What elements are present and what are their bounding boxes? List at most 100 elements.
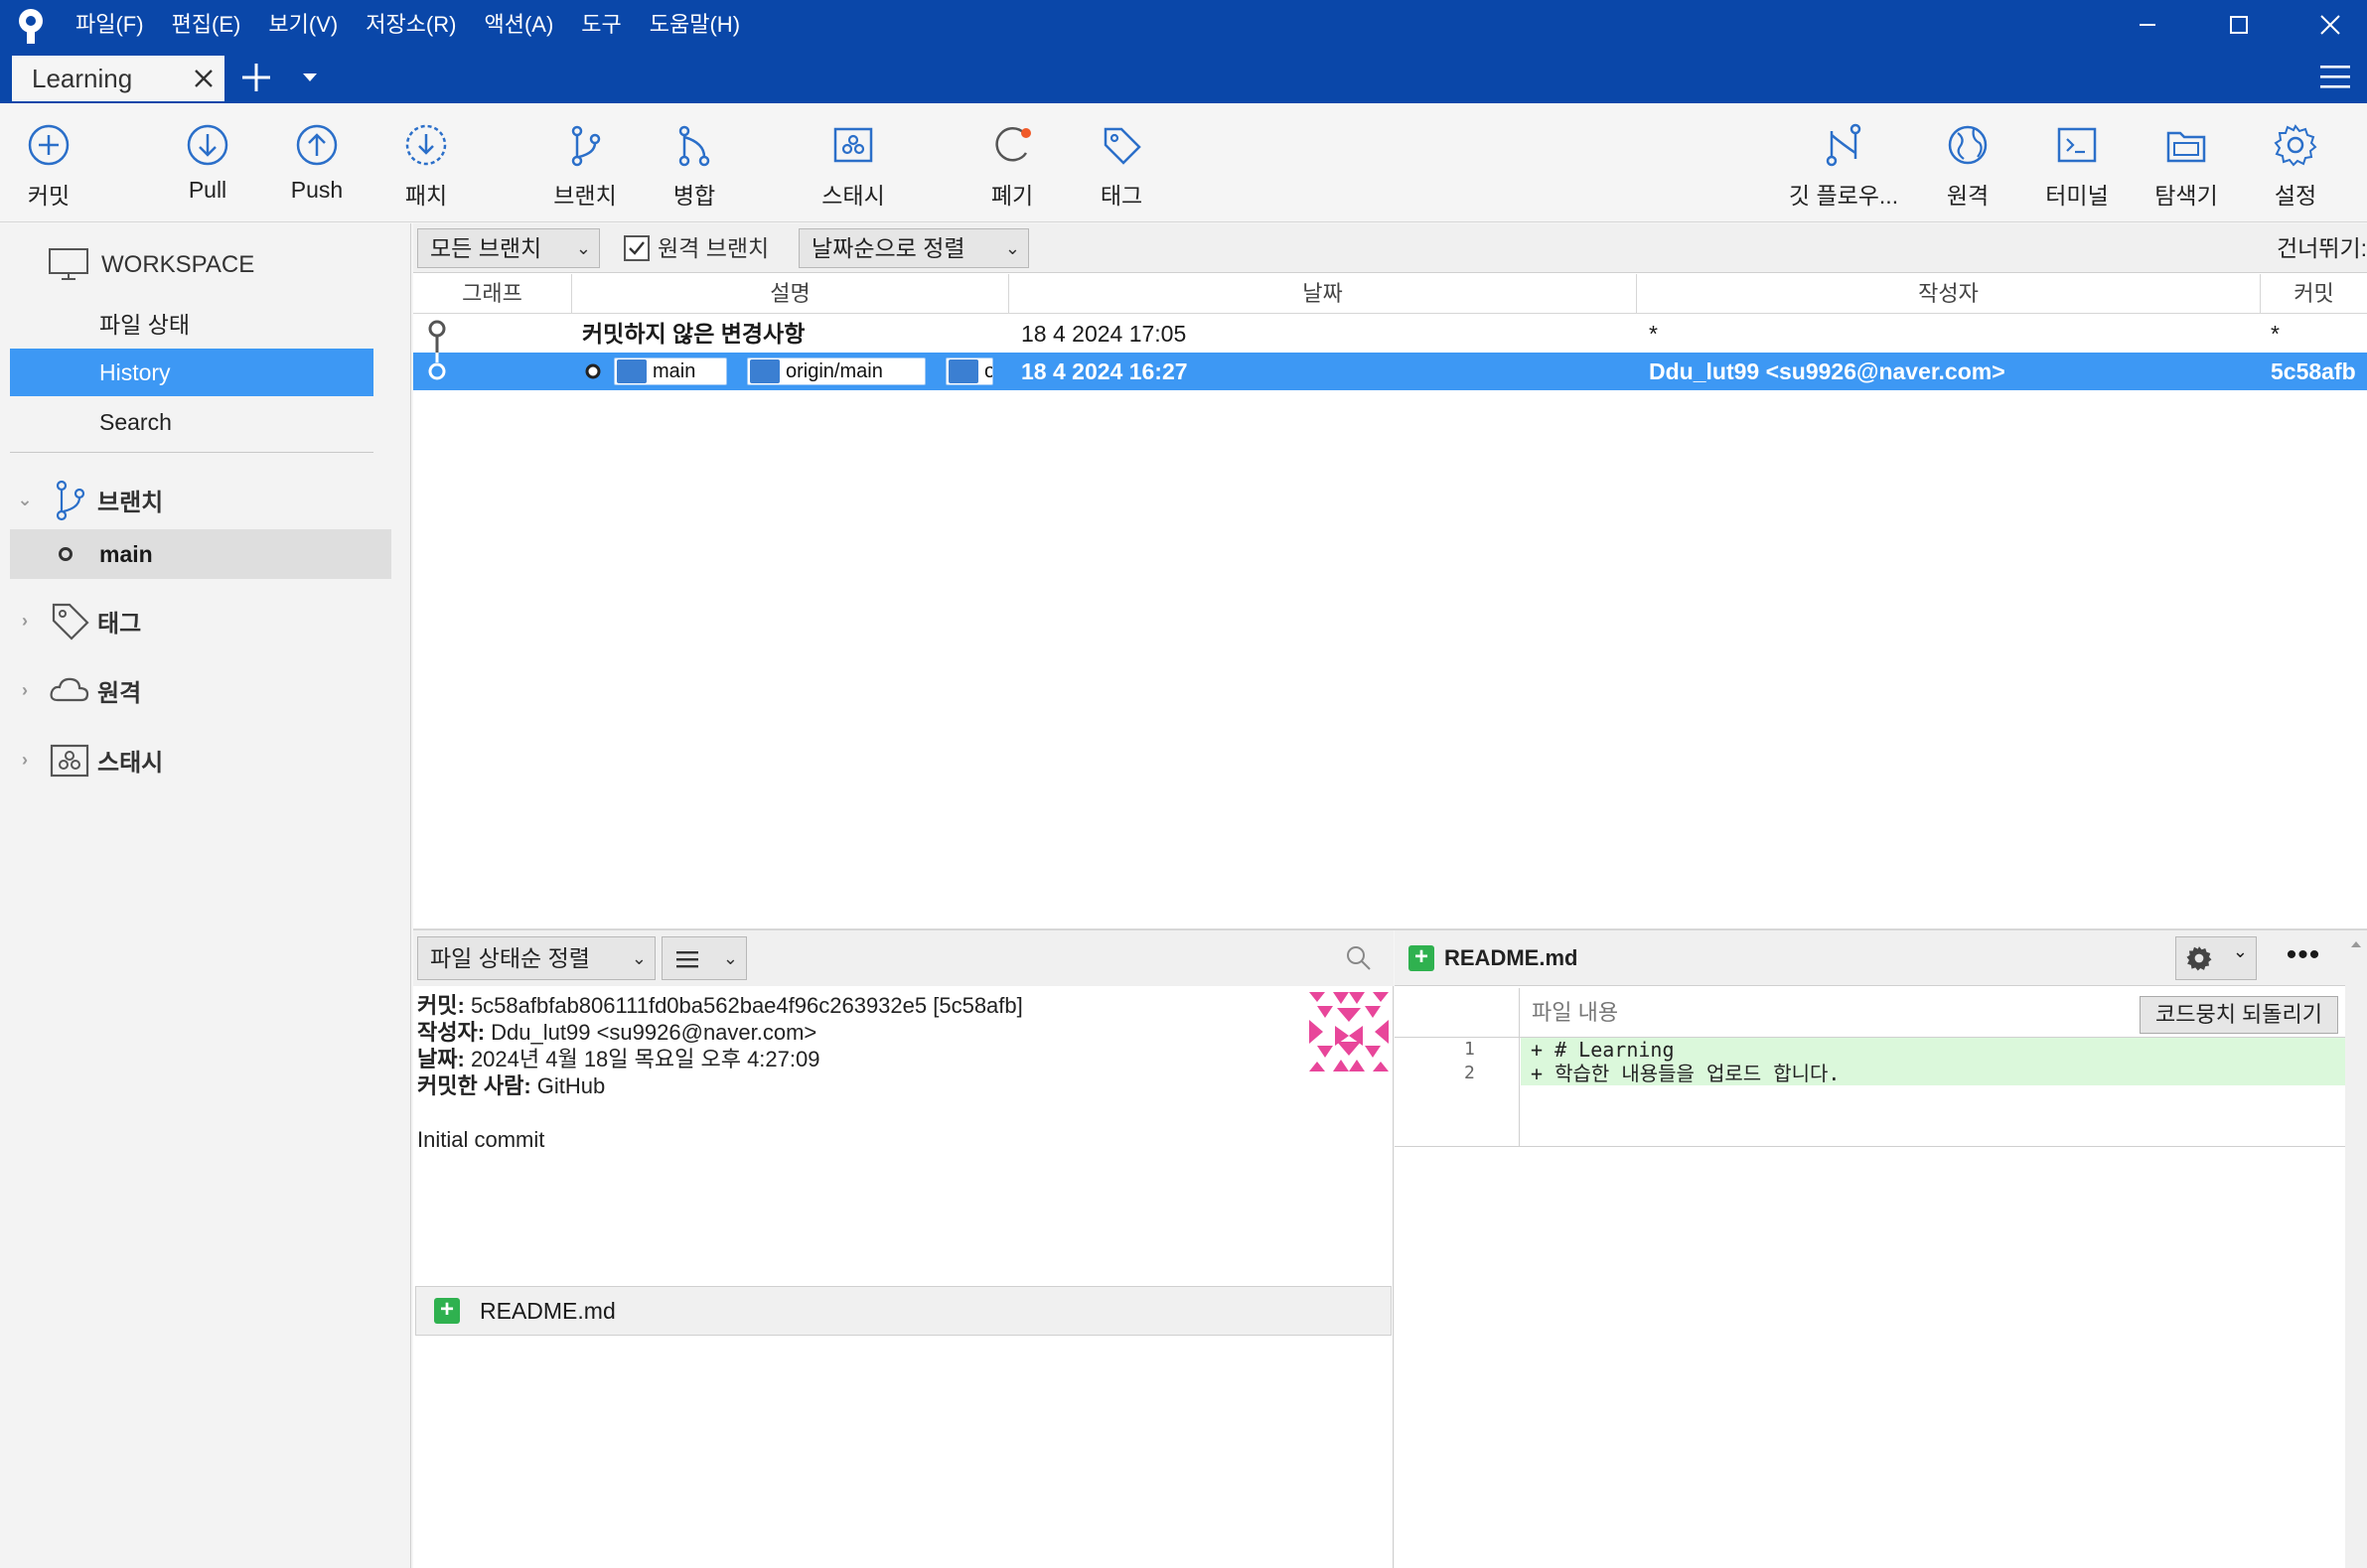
remote-button[interactable]: 원격	[1913, 121, 2022, 216]
sort-dropdown[interactable]: 날짜순으로 정렬 ⌄	[799, 228, 1029, 268]
filter-bar: 모든 브랜치 ⌄ 원격 브랜치 날짜순으로 정렬 ⌄ 건너뛰기:	[413, 223, 2367, 273]
column-date[interactable]: 날짜	[1009, 274, 1637, 314]
table-row-selected[interactable]: main origin/main o 18 4 2024 16:27 Ddu_l…	[413, 353, 2367, 390]
table-row[interactable]: 커밋하지 않은 변경사항 18 4 2024 17:05 * *	[413, 315, 2367, 353]
details-toolbar: 파일 상태순 정렬 ⌄ ⌄	[413, 930, 1394, 986]
sidebar-group-remotes[interactable]: › 원격	[10, 666, 391, 714]
commit-label: 커밋	[27, 183, 71, 209]
commit-hash: *	[2271, 321, 2280, 347]
gitflow-icon	[1826, 123, 1861, 167]
menu-view[interactable]: 보기(V)	[254, 0, 352, 50]
globe-icon	[1948, 125, 1988, 165]
new-tab-icon[interactable]	[238, 60, 274, 95]
chevron-down-icon: ⌄	[575, 238, 591, 258]
chevron-right-icon: ›	[22, 610, 28, 631]
explorer-button[interactable]: 탐색기	[2132, 121, 2241, 216]
column-author[interactable]: 작성자	[1637, 274, 2261, 314]
list-view-icon	[676, 951, 698, 968]
branch-button[interactable]: 브랜치	[530, 121, 640, 216]
detail-date-line: 날짜: 2024년 4월 18일 목요일 오후 4:27:09	[417, 1046, 1291, 1072]
stash-label: 스태시	[821, 183, 885, 209]
file-sort-dropdown[interactable]: 파일 상태순 정렬 ⌄	[417, 936, 656, 980]
repo-tab[interactable]: Learning	[12, 56, 224, 101]
changed-file-row[interactable]: + README.md	[415, 1286, 1392, 1336]
hamburger-menu-icon[interactable]	[2318, 62, 2352, 91]
file-added-icon: +	[1408, 945, 1434, 971]
detail-author-value: Ddu_lut99 <su9926@naver.com>	[491, 1020, 817, 1045]
commit-button[interactable]: 커밋	[0, 121, 103, 216]
graph-node-icon	[428, 353, 446, 380]
view-mode-dropdown[interactable]: ⌄	[662, 936, 747, 980]
file-added-icon: +	[434, 1298, 460, 1324]
scrollbar[interactable]	[2345, 930, 2367, 1568]
remote-branches-checkbox[interactable]	[624, 235, 650, 261]
stash-button[interactable]: 스태시	[799, 121, 908, 216]
ref-pill-truncated: o	[946, 357, 993, 385]
merge-label: 병합	[672, 183, 716, 209]
commit-hash: 5c58afb	[2271, 358, 2356, 384]
menu-edit[interactable]: 편집(E)	[158, 0, 255, 50]
sidebar-item-history[interactable]: History	[10, 349, 373, 396]
line-number: 1	[1464, 1039, 1475, 1060]
branch-filter-dropdown[interactable]: 모든 브랜치 ⌄	[417, 228, 600, 268]
column-graph[interactable]: 그래프	[413, 274, 572, 314]
settings-button[interactable]: 설정	[2241, 121, 2350, 216]
chevron-down-icon: ⌄	[2232, 941, 2248, 961]
detail-committer-line: 커밋한 사람: GitHub	[417, 1072, 1291, 1099]
search-icon[interactable]	[1345, 944, 1373, 972]
remote-branches-label: 원격 브랜치	[658, 235, 770, 261]
tab-dropdown-icon[interactable]	[298, 66, 322, 89]
maximize-button[interactable]	[2193, 0, 2285, 50]
menu-file[interactable]: 파일(F)	[62, 0, 158, 50]
commit-plus-icon	[28, 124, 70, 166]
sort-value: 날짜순으로 정렬	[812, 235, 965, 261]
current-branch-icon	[59, 547, 73, 561]
title-bar: 파일(F) 편집(E) 보기(V) 저장소(R) 액션(A) 도구 도움말(H)…	[0, 0, 2367, 103]
merge-button[interactable]: 병합	[640, 121, 749, 216]
diff-options-button[interactable]: ⌄	[2175, 936, 2257, 980]
menu-repository[interactable]: 저장소(R)	[352, 0, 470, 50]
hunk-gutter	[1395, 988, 1520, 1038]
gitflow-button[interactable]: 깃 플로우...	[1774, 121, 1913, 216]
pull-label: Pull	[188, 177, 227, 203]
ref-pill-main: main	[614, 357, 727, 385]
close-window-button[interactable]	[2285, 0, 2367, 50]
column-description[interactable]: 설명	[572, 274, 1009, 314]
minimize-button[interactable]	[2102, 0, 2193, 50]
menu-actions[interactable]: 액션(A)	[470, 0, 567, 50]
column-commit[interactable]: 커밋	[2261, 274, 2367, 314]
branch-icon	[949, 359, 978, 383]
branch-icon	[56, 480, 85, 521]
sidebar-group-stashes[interactable]: › 스태시	[10, 736, 391, 784]
push-button[interactable]: Push	[262, 121, 371, 216]
stash-icon	[833, 127, 873, 163]
chevron-down-icon: ⌄	[631, 948, 647, 968]
branch-icon	[617, 359, 647, 383]
sidebar-item-file-status[interactable]: 파일 상태	[10, 301, 373, 349]
detail-author-line: 작성자: Ddu_lut99 <su9926@naver.com>	[417, 1019, 1291, 1046]
sidebar-branch-main[interactable]: main	[10, 529, 391, 579]
more-options-button[interactable]: •••	[2279, 936, 2328, 980]
head-marker-icon	[585, 363, 601, 379]
tag-button[interactable]: 태그	[1067, 121, 1176, 216]
commit-date: 18 4 2024 16:27	[1021, 358, 1188, 384]
menu-help[interactable]: 도움말(H)	[636, 0, 754, 50]
commit-author: *	[1649, 321, 1658, 347]
menu-tools[interactable]: 도구	[567, 0, 635, 50]
diff-line-added: + 학습한 내용들을 업로드 합니다.	[1521, 1062, 2345, 1085]
gear-icon	[2274, 124, 2317, 167]
branch-label: 브랜치	[553, 183, 617, 209]
avatar	[1309, 992, 1389, 1071]
tab-close-icon[interactable]	[189, 64, 219, 93]
scroll-up-icon	[2351, 941, 2361, 947]
commit-message: Initial commit	[417, 1127, 545, 1152]
pull-button[interactable]: Pull	[153, 121, 262, 216]
sidebar-item-search[interactable]: Search	[10, 398, 373, 446]
revert-hunk-button[interactable]: 코드뭉치 되돌리기	[2140, 996, 2338, 1034]
sidebar-group-branches[interactable]: ⌄ 브랜치	[10, 476, 391, 523]
sidebar-group-tags[interactable]: › 태그	[10, 597, 391, 644]
terminal-button[interactable]: 터미널	[2022, 121, 2132, 216]
discard-button[interactable]: 폐기	[958, 121, 1067, 216]
patch-button[interactable]: 패치	[371, 121, 481, 216]
line-number-gutter: 1 2	[1395, 1038, 1520, 1147]
